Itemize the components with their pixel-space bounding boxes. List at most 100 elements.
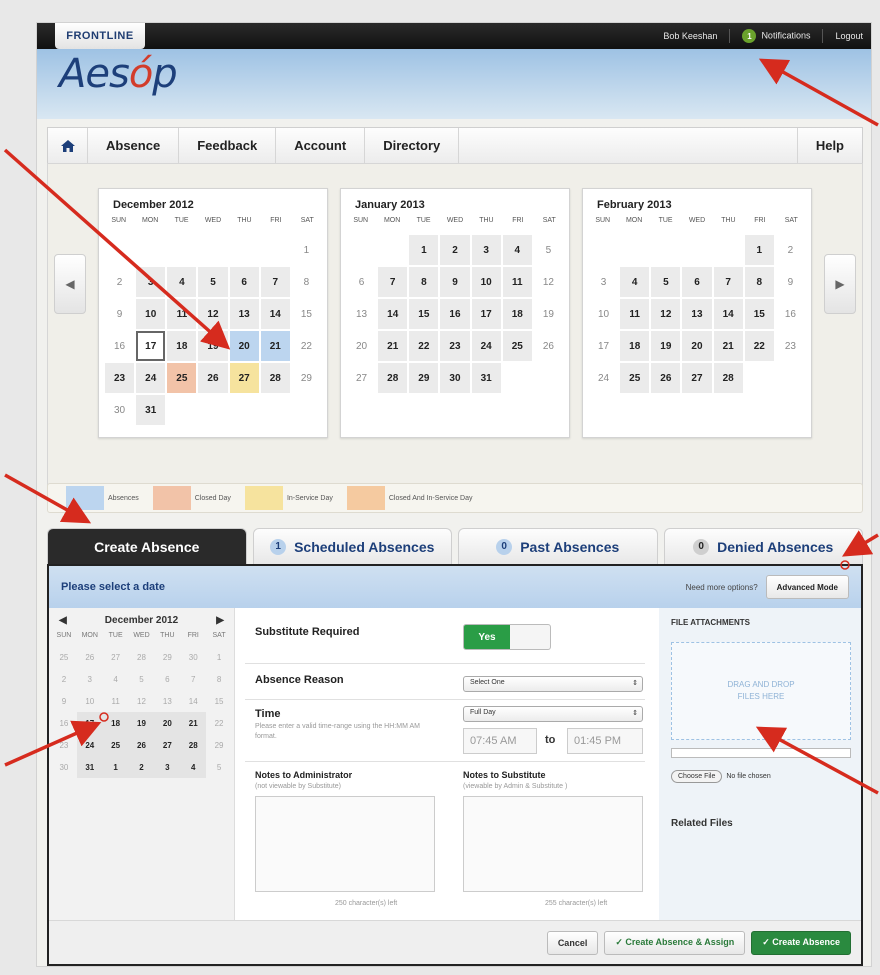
end-time-input[interactable]: 01:45 PM: [567, 728, 643, 754]
day-cell[interactable]: 19: [534, 299, 563, 329]
day-cell[interactable]: 1: [744, 235, 774, 265]
nav-absence[interactable]: Absence: [88, 128, 180, 163]
day-cell[interactable]: 30: [440, 363, 470, 393]
day-cell[interactable]: 17: [471, 299, 501, 329]
day-cell[interactable]: 4: [502, 235, 532, 265]
day-cell-today[interactable]: 17: [136, 331, 166, 361]
day-cell[interactable]: 24: [136, 363, 166, 393]
tab-past-absences[interactable]: 0 Past Absences: [458, 528, 658, 564]
day-cell[interactable]: 20: [682, 331, 712, 361]
day-cell[interactable]: 6: [229, 267, 259, 297]
day-cell[interactable]: 15: [292, 299, 321, 329]
prev-month-button[interactable]: ◀: [54, 254, 86, 314]
mini-day[interactable]: 3: [77, 668, 103, 690]
mini-day[interactable]: 29: [206, 734, 232, 756]
day-cell[interactable]: 25: [620, 363, 650, 393]
mini-day[interactable]: 1: [102, 756, 129, 778]
day-cell[interactable]: 22: [409, 331, 439, 361]
create-absence-assign-button[interactable]: ✓ Create Absence & Assign: [604, 930, 746, 955]
mini-day[interactable]: 18: [102, 712, 129, 734]
day-cell[interactable]: 15: [744, 299, 774, 329]
mini-day[interactable]: 28: [180, 734, 207, 756]
mini-day[interactable]: 28: [129, 646, 155, 668]
mini-day[interactable]: 16: [51, 712, 77, 734]
day-cell[interactable]: 24: [589, 363, 618, 393]
mini-day[interactable]: 15: [206, 690, 232, 712]
day-cell[interactable]: 24: [471, 331, 501, 361]
day-cell[interactable]: 2: [440, 235, 470, 265]
mini-day[interactable]: 25: [102, 734, 129, 756]
day-cell[interactable]: 26: [534, 331, 563, 361]
day-cell[interactable]: 9: [440, 267, 470, 297]
user-name[interactable]: Bob Keeshan: [663, 31, 717, 41]
mini-day[interactable]: 20: [154, 712, 181, 734]
day-cell[interactable]: 29: [292, 363, 321, 393]
day-cell[interactable]: 22: [292, 331, 321, 361]
mini-day[interactable]: 7: [180, 668, 206, 690]
day-cell[interactable]: 26: [651, 363, 681, 393]
day-cell[interactable]: 10: [471, 267, 501, 297]
day-cell[interactable]: 18: [620, 331, 650, 361]
mini-day[interactable]: 23: [51, 734, 77, 756]
day-cell[interactable]: 29: [409, 363, 439, 393]
day-cell[interactable]: 28: [260, 363, 290, 393]
mini-day[interactable]: 27: [154, 734, 181, 756]
mini-day[interactable]: 4: [103, 668, 129, 690]
day-cell[interactable]: 16: [105, 331, 134, 361]
nav-directory[interactable]: Directory: [365, 128, 460, 163]
day-cell[interactable]: 8: [292, 267, 321, 297]
day-cell[interactable]: 1: [292, 235, 321, 265]
day-cell[interactable]: 4: [620, 267, 650, 297]
day-cell-absence[interactable]: 21: [260, 331, 290, 361]
mini-day[interactable]: 5: [129, 668, 155, 690]
day-cell[interactable]: 23: [776, 331, 805, 361]
day-cell[interactable]: 2: [776, 235, 805, 265]
day-cell[interactable]: 8: [409, 267, 439, 297]
time-type-select[interactable]: Full Day ⇕: [463, 706, 643, 722]
day-cell[interactable]: 6: [682, 267, 712, 297]
home-icon[interactable]: [48, 128, 88, 163]
nav-help[interactable]: Help: [796, 128, 862, 163]
day-cell[interactable]: 18: [502, 299, 532, 329]
day-cell[interactable]: 10: [589, 299, 618, 329]
mini-day[interactable]: 27: [103, 646, 129, 668]
start-time-input[interactable]: 07:45 AM: [463, 728, 537, 754]
notes-substitute-textarea[interactable]: [463, 796, 643, 892]
day-cell[interactable]: 17: [589, 331, 618, 361]
day-cell[interactable]: 19: [198, 331, 228, 361]
day-cell[interactable]: 9: [776, 267, 805, 297]
day-cell[interactable]: 23: [440, 331, 470, 361]
mini-day[interactable]: 12: [129, 690, 155, 712]
mini-day[interactable]: 30: [180, 646, 206, 668]
day-cell-absence[interactable]: 20: [229, 331, 259, 361]
day-cell[interactable]: 11: [620, 299, 650, 329]
choose-file-button[interactable]: Choose File: [671, 770, 723, 783]
prev-month-icon[interactable]: ◀: [59, 615, 67, 626]
day-cell[interactable]: 16: [776, 299, 805, 329]
day-cell[interactable]: 30: [105, 395, 134, 425]
mini-day[interactable]: 8: [206, 668, 232, 690]
absence-reason-select[interactable]: Select One ⇕: [463, 676, 643, 692]
day-cell[interactable]: 28: [713, 363, 743, 393]
substitute-required-toggle[interactable]: Yes: [463, 624, 551, 650]
day-cell[interactable]: 12: [198, 299, 228, 329]
mini-day[interactable]: 24: [76, 734, 103, 756]
mini-day[interactable]: 25: [51, 646, 77, 668]
mini-day[interactable]: 14: [180, 690, 206, 712]
day-cell[interactable]: 10: [136, 299, 166, 329]
mini-day[interactable]: 9: [51, 690, 77, 712]
day-cell[interactable]: 12: [534, 267, 563, 297]
mini-day[interactable]: 26: [128, 734, 155, 756]
mini-day[interactable]: 21: [180, 712, 207, 734]
day-cell[interactable]: 4: [167, 267, 197, 297]
day-cell[interactable]: 27: [682, 363, 712, 393]
day-cell[interactable]: 26: [198, 363, 228, 393]
day-cell[interactable]: 27: [347, 363, 376, 393]
mini-day[interactable]: 31: [76, 756, 103, 778]
mini-day[interactable]: 30: [51, 756, 77, 778]
day-cell[interactable]: 3: [136, 267, 166, 297]
day-cell[interactable]: 2: [105, 267, 134, 297]
day-cell[interactable]: 11: [502, 267, 532, 297]
day-cell[interactable]: 13: [682, 299, 712, 329]
mini-day[interactable]: 3: [154, 756, 181, 778]
